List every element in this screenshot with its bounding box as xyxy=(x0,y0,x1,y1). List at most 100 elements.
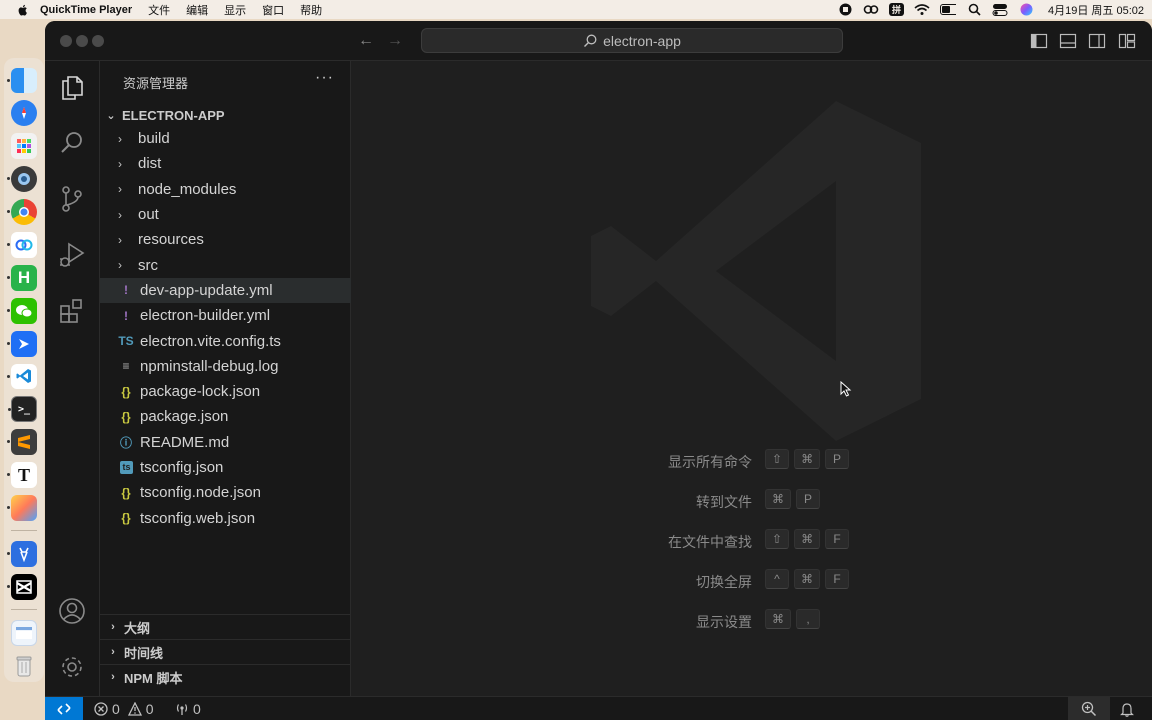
file-type-icon: {} xyxy=(121,485,131,500)
chrome-icon[interactable] xyxy=(7,199,37,225)
sublime-text-icon[interactable] xyxy=(7,429,37,456)
menu-file[interactable]: 文件 xyxy=(148,2,170,18)
chevron-right-icon: › xyxy=(111,646,115,658)
close-window-button[interactable] xyxy=(60,35,72,47)
menubar-clock[interactable]: 4月19日 周五 05:02 xyxy=(1048,2,1144,18)
spotlight-search-icon[interactable] xyxy=(966,3,982,16)
keycap: P xyxy=(825,449,850,469)
shortcut-keys: ⌘ P xyxy=(765,489,820,509)
file-row[interactable]: ! dev-app-update.yml xyxy=(100,277,351,304)
vscode-watermark-icon xyxy=(591,101,921,441)
ports-indicator[interactable]: 0 xyxy=(175,697,201,720)
shortcut-label: 显示所有命令 xyxy=(668,454,752,470)
zoom-window-button[interactable] xyxy=(92,35,104,47)
input-method-icon[interactable]: 拼 xyxy=(889,3,904,16)
battery-icon[interactable] xyxy=(940,3,956,16)
apple-logo-icon[interactable] xyxy=(16,3,30,17)
record-stop-icon[interactable] xyxy=(837,3,853,16)
capcut-icon[interactable] xyxy=(7,573,37,600)
notifications-bell[interactable] xyxy=(1117,697,1137,720)
file-row[interactable]: ts tsconfig.json xyxy=(100,455,351,480)
wechat-icon[interactable] xyxy=(7,297,37,324)
tree-item-label: node_modules xyxy=(138,180,237,198)
preview-window-icon[interactable] xyxy=(11,619,37,646)
terminal-icon[interactable]: >_ xyxy=(8,396,37,423)
accounts-icon[interactable] xyxy=(58,597,86,625)
customize-layout-icon[interactable] xyxy=(1118,32,1136,50)
shortcut-label: 切换全屏 xyxy=(696,574,752,590)
control-center-icon[interactable] xyxy=(992,3,1008,16)
finder-icon[interactable] xyxy=(7,67,37,94)
hbuilder-icon[interactable]: H xyxy=(7,264,37,291)
file-row[interactable]: ⓘ README.md xyxy=(100,430,351,455)
trash-icon[interactable] xyxy=(11,653,37,679)
menu-edit[interactable]: 编辑 xyxy=(186,2,208,18)
status-bar: 0 0 0 xyxy=(45,696,1152,720)
shortcut-label: 显示设置 xyxy=(696,614,752,630)
folder-row[interactable]: › src xyxy=(100,252,351,277)
bell-icon xyxy=(1120,702,1134,717)
warning-count: 0 xyxy=(145,701,154,717)
menu-help[interactable]: 帮助 xyxy=(300,2,322,18)
file-row[interactable]: TS electron.vite.config.ts xyxy=(100,328,351,353)
typora-icon[interactable]: T xyxy=(7,462,37,489)
ports-count: 0 xyxy=(193,701,201,717)
baidu-netdisk-icon[interactable] xyxy=(863,3,879,16)
baidu-netdisk-icon[interactable] xyxy=(7,231,37,258)
folder-row[interactable]: › dist xyxy=(100,151,351,176)
timeline-section[interactable]: › 时间线 xyxy=(100,639,351,664)
feishu-icon[interactable] xyxy=(7,330,37,357)
remote-indicator-icon[interactable] xyxy=(45,697,83,720)
file-row[interactable]: {} tsconfig.web.json xyxy=(100,505,351,530)
keycap: ⇧ xyxy=(765,449,790,469)
tree-item-label: electron.vite.config.ts xyxy=(140,332,281,350)
npm-scripts-section[interactable]: › NPM 脚本 xyxy=(100,664,351,689)
shortcut-row: 切换全屏 ^ ⌘ F xyxy=(351,569,1152,593)
launchpad-icon[interactable] xyxy=(11,133,37,160)
manage-gear-icon[interactable] xyxy=(58,653,86,681)
macos-dock: H >_ T xyxy=(4,58,44,682)
screen-recorder-icon[interactable] xyxy=(7,166,37,193)
go-forward-icon[interactable]: → xyxy=(385,31,405,51)
problems-indicator[interactable]: 0 0 xyxy=(94,697,154,720)
explorer-icon[interactable] xyxy=(58,73,86,101)
more-actions-icon[interactable]: ··· xyxy=(315,69,334,87)
folder-row[interactable]: › out xyxy=(100,202,351,227)
project-folder-header[interactable]: ⌄ ELECTRON-APP xyxy=(100,104,351,126)
menu-view[interactable]: 显示 xyxy=(224,2,246,18)
deer-app-icon[interactable] xyxy=(7,540,37,567)
keycap: P xyxy=(796,489,820,509)
search-view-icon[interactable] xyxy=(58,129,86,157)
file-row[interactable]: ≡ npminstall-debug.log xyxy=(100,354,351,379)
minimize-window-button[interactable] xyxy=(76,35,88,47)
toggle-secondary-sidebar-icon[interactable] xyxy=(1088,32,1106,50)
zoom-indicator[interactable] xyxy=(1068,697,1110,720)
file-row[interactable]: {} package-lock.json xyxy=(100,379,351,404)
vscode-icon[interactable] xyxy=(7,363,37,390)
toggle-panel-icon[interactable] xyxy=(1059,32,1077,50)
folder-row[interactable]: › node_modules xyxy=(100,177,351,202)
menu-window[interactable]: 窗口 xyxy=(262,2,284,18)
tree-item-label: build xyxy=(138,130,170,148)
extensions-icon[interactable] xyxy=(58,297,86,325)
file-type-icon: {} xyxy=(121,409,131,424)
command-center-search[interactable]: electron-app xyxy=(421,28,843,53)
error-icon xyxy=(94,702,108,716)
outline-section[interactable]: › 大纲 xyxy=(100,614,351,639)
file-row[interactable]: {} tsconfig.node.json xyxy=(100,480,351,505)
wifi-icon[interactable] xyxy=(914,3,930,16)
drawing-app-icon[interactable] xyxy=(7,495,37,521)
file-row[interactable]: ! electron-builder.yml xyxy=(100,303,351,328)
explorer-sidebar: 资源管理器 ··· ⌄ ELECTRON-APP › build › dist › nod… xyxy=(100,61,351,696)
file-row[interactable]: {} package.json xyxy=(100,404,351,429)
source-control-icon[interactable] xyxy=(58,185,86,213)
safari-icon[interactable] xyxy=(11,100,37,127)
siri-icon[interactable] xyxy=(1018,3,1034,16)
toggle-primary-sidebar-icon[interactable] xyxy=(1030,32,1048,50)
keycap: ⌘ xyxy=(765,489,791,509)
folder-row[interactable]: › build xyxy=(100,126,351,151)
run-debug-icon[interactable] xyxy=(58,241,86,269)
folder-row[interactable]: › resources xyxy=(100,227,351,252)
active-app-name[interactable]: QuickTime Player xyxy=(40,4,132,16)
go-back-icon[interactable]: ← xyxy=(356,31,376,51)
